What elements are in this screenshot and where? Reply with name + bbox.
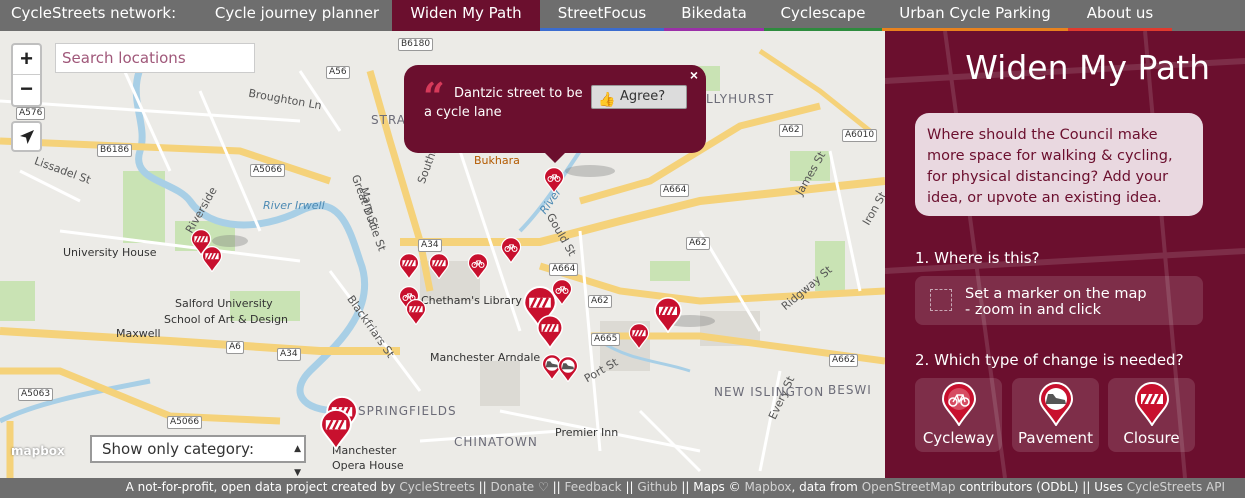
footer-contrib-text: contributors (ODbL) || Uses <box>955 480 1127 494</box>
location-arrow-icon <box>20 130 34 144</box>
road-badge: A662 <box>829 354 859 367</box>
nav-label: Cycle journey planner <box>214 4 380 22</box>
app: CycleStreets network: Cycle journey plan… <box>0 0 1245 498</box>
bicycle-icon <box>941 382 977 426</box>
footer-mapbox-link[interactable]: Mapbox <box>744 480 791 494</box>
nav-label: About us <box>1086 4 1154 22</box>
idea-popup: “ Dantzic street to be a cycle lane 👍 Ag… <box>404 65 706 163</box>
barrier-icon <box>1134 382 1170 426</box>
category-label: Closure <box>1123 429 1180 447</box>
shoe-icon <box>1038 382 1074 426</box>
category-pavement-button[interactable]: Pavement <box>1012 378 1099 452</box>
barrier-marker-icon[interactable] <box>319 409 353 450</box>
nav-label: Urban Cycle Parking <box>899 4 1051 22</box>
barrier-marker-icon[interactable] <box>536 315 564 349</box>
nav-cyclescape[interactable]: Cyclescape <box>764 0 882 31</box>
road-badge: A664 <box>549 263 579 276</box>
category-label: Cycleway <box>922 429 995 447</box>
footer-osm-link[interactable]: OpenStreetMap <box>862 480 956 494</box>
nav-streetfocus[interactable]: StreetFocus <box>540 0 664 31</box>
popup-tail <box>544 152 566 163</box>
nav-label: StreetFocus <box>557 4 647 22</box>
barrier-marker-icon[interactable] <box>628 323 650 350</box>
nav-label: Cyclescape <box>780 4 866 22</box>
nav-urban-cycle-parking[interactable]: Urban Cycle Parking <box>882 0 1068 31</box>
panel-title: Widen My Path <box>965 48 1210 87</box>
nav-label: Widen My Path <box>410 4 522 22</box>
set-marker-line2: - zoom in and click <box>965 302 1102 318</box>
shoe-marker-icon[interactable] <box>557 356 579 383</box>
bicycle-marker-icon[interactable] <box>467 253 489 280</box>
footer-separator: || <box>474 480 491 494</box>
road-badge: A34 <box>418 239 442 252</box>
road-badge: A62 <box>588 295 612 308</box>
step-2-label: 2. Which type of change is needed? <box>915 351 1184 369</box>
barrier-marker-icon[interactable] <box>405 299 427 326</box>
bicycle-marker-icon[interactable] <box>543 167 565 194</box>
footer-separator: || <box>677 480 694 494</box>
footer-separator: || <box>548 480 565 494</box>
road-badge: A5066 <box>250 164 286 177</box>
network-brand: CycleStreets network: <box>11 4 177 22</box>
road-badge: A56 <box>326 66 350 79</box>
footer: A not-for-profit, open data project crea… <box>0 478 1245 498</box>
footer-text: A not-for-profit, open data project crea… <box>125 480 400 494</box>
road-badge: A62 <box>686 237 710 250</box>
thumbs-up-icon: 👍 <box>598 92 616 108</box>
mapbox-logo: mapbox <box>11 444 65 458</box>
zoom-out-button[interactable]: − <box>13 75 40 105</box>
footer-donate-link[interactable]: Donate ♡ <box>491 480 549 494</box>
footer-separator: || <box>621 480 638 494</box>
footer-data-text: , data from <box>791 480 862 494</box>
road-badge: A6 <box>226 341 244 354</box>
road-badge: A665 <box>591 333 621 346</box>
road-badge: A5063 <box>18 388 54 401</box>
category-cycleway-button[interactable]: Cycleway <box>915 378 1002 452</box>
nav-about-us[interactable]: About us <box>1068 0 1172 31</box>
chevron-down-icon: ▲ ▼ <box>294 444 301 478</box>
footer-api-link[interactable]: CycleStreets API <box>1127 480 1225 494</box>
road-badge: A62 <box>779 124 803 137</box>
set-marker-line1: Set a marker on the map <box>965 286 1147 302</box>
barrier-marker-icon[interactable] <box>201 246 223 273</box>
road-badge: B6180 <box>398 38 434 51</box>
road-badge: A6010 <box>842 129 878 142</box>
category-closure-button[interactable]: Closure <box>1108 378 1195 452</box>
map[interactable]: Broughton Ln Lissadel St Great Ducie St … <box>0 31 885 478</box>
nav-cycle-journey-planner[interactable]: Cycle journey planner <box>202 0 392 31</box>
barrier-marker-icon[interactable] <box>428 253 450 280</box>
agree-button[interactable]: 👍 Agree? <box>591 85 687 109</box>
set-marker-button[interactable]: Set a marker on the map - zoom in and cl… <box>915 276 1203 325</box>
barrier-marker-icon[interactable] <box>653 297 683 333</box>
category-filter-label: Show only category: <box>102 440 254 458</box>
road-badge: A34 <box>277 348 301 361</box>
zoom-control: + − <box>11 43 42 107</box>
road-badge: B6186 <box>97 144 133 157</box>
search-input[interactable] <box>55 43 255 73</box>
marker-placeholder-icon <box>930 289 952 311</box>
footer-cyclestreets-link[interactable]: CycleStreets <box>399 480 475 494</box>
road-badge: A5066 <box>167 416 203 429</box>
intro-box: Where should the Council make more space… <box>915 113 1203 216</box>
geolocate-button[interactable] <box>11 121 42 152</box>
zoom-in-button[interactable]: + <box>13 45 40 75</box>
nav-bikedata[interactable]: Bikedata <box>664 0 764 31</box>
road-badge: A576 <box>16 107 46 120</box>
footer-maps-text: Maps © <box>693 480 745 494</box>
top-navigation: CycleStreets network: Cycle journey plan… <box>0 0 1245 31</box>
barrier-marker-icon[interactable] <box>398 253 420 280</box>
close-icon[interactable]: × <box>690 67 698 83</box>
popup-text: Dantzic street to be a cycle lane <box>424 86 583 120</box>
nav-label: Bikedata <box>681 4 747 22</box>
bicycle-marker-icon[interactable] <box>500 237 522 264</box>
category-label: Pavement <box>1018 429 1093 447</box>
category-filter-select[interactable]: Show only category: ▲ ▼ <box>90 435 306 478</box>
footer-feedback-link[interactable]: Feedback <box>564 480 621 494</box>
widen-my-path-panel: Widen My Path Where should the Council m… <box>885 31 1245 478</box>
step-1-label: 1. Where is this? <box>915 249 1040 267</box>
agree-label: Agree? <box>620 89 666 104</box>
footer-github-link[interactable]: Github <box>637 480 677 494</box>
nav-widen-my-path[interactable]: Widen My Path <box>392 0 540 31</box>
road-badge: A664 <box>660 184 690 197</box>
